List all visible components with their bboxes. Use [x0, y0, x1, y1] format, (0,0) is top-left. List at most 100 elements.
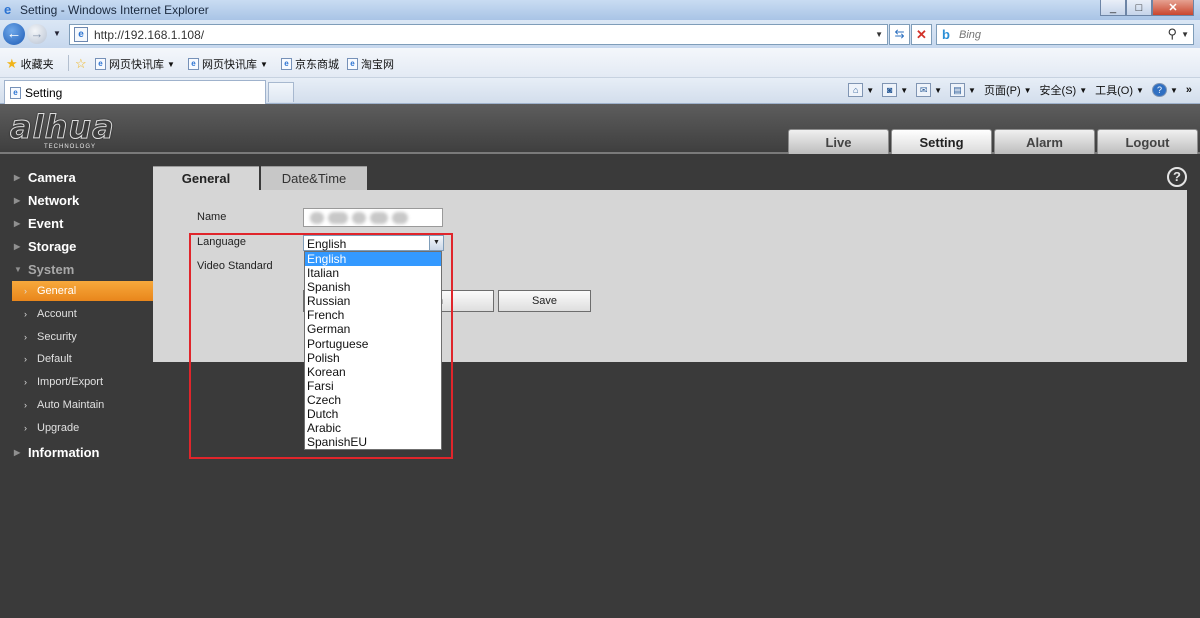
address-field[interactable]: e http://192.168.1.108/ ▼ [69, 24, 888, 45]
sidebar-subitem-import-export[interactable]: › Import/Export [12, 372, 153, 392]
sidebar-item-label: Event [28, 215, 64, 231]
favorites-button[interactable]: ★ 收藏夹 [6, 56, 54, 72]
tools-menu[interactable]: 工具(O) ▼ [1095, 82, 1144, 98]
fav-item-webslice-1[interactable]: e 网页快讯库 ▼ [95, 56, 175, 72]
search-input[interactable] [959, 27, 1159, 42]
chevron-right-icon: › [24, 423, 27, 433]
sidebar-item-network[interactable]: ▶ Network [0, 190, 153, 210]
fav-item-taobao[interactable]: e 淘宝网 [347, 56, 394, 72]
sidebar-subitem-label: Upgrade [37, 422, 80, 434]
language-option-arabic[interactable]: Arabic [305, 421, 441, 435]
redacted-text [352, 212, 366, 224]
sidebar-subitem-security[interactable]: › Security [12, 327, 153, 347]
language-option-italian[interactable]: Italian [305, 266, 441, 280]
language-option-korean[interactable]: Korean [305, 365, 441, 379]
language-option-german[interactable]: German [305, 322, 441, 336]
page-menu[interactable]: 页面(P) ▼ [984, 82, 1032, 98]
rss-icon: ◙ [882, 83, 898, 97]
ie-logo-icon: e [4, 2, 12, 17]
sidebar-subitem-default[interactable]: › Default [12, 349, 153, 369]
expand-arrow-icon: ▶ [14, 172, 21, 182]
fav-item-label: 淘宝网 [361, 59, 394, 71]
refresh-page-button[interactable]: ⇆ [889, 24, 910, 45]
language-option-spanish[interactable]: Spanish [305, 280, 441, 294]
language-option-czech[interactable]: Czech [305, 393, 441, 407]
search-dropdown-icon[interactable]: ▼ [1181, 30, 1189, 39]
mail-button[interactable]: ✉ ▼ [916, 83, 942, 97]
sidebar-subitem-label: Import/Export [37, 376, 104, 388]
main-nav-tabs: Live Setting Alarm Logout [788, 129, 1198, 154]
expand-arrow-icon: ▶ [14, 195, 21, 205]
webslice-icon: e [95, 58, 106, 70]
sidebar-subitem-label: Security [37, 331, 77, 343]
language-option-spanisheu[interactable]: SpanishEU [305, 435, 441, 449]
history-dropdown-icon[interactable]: ▼ [53, 29, 61, 38]
sidebar-item-camera[interactable]: ▶ Camera [0, 167, 153, 187]
home-icon: ⌂ [848, 83, 864, 97]
chevron-right-icon: › [24, 309, 27, 319]
language-option-english[interactable]: English [305, 252, 441, 267]
language-option-portuguese[interactable]: Portuguese [305, 337, 441, 351]
tab-logout[interactable]: Logout [1097, 129, 1198, 154]
sidebar-item-label: Camera [28, 169, 76, 185]
back-button[interactable]: ← [3, 23, 25, 45]
sidebar-item-system[interactable]: ▼ System [0, 259, 153, 279]
redacted-text [370, 212, 388, 224]
language-option-french[interactable]: French [305, 308, 441, 322]
tab-live[interactable]: Live [788, 129, 889, 154]
home-button[interactable]: ⌂ ▼ [848, 83, 874, 97]
address-toolbar: ← → ▼ e http://192.168.1.108/ ▼ ⇆ ✕ b ⚲ … [0, 20, 1200, 48]
fav-item-jd[interactable]: e 京东商城 [281, 56, 339, 72]
print-button[interactable]: ▤ ▼ [950, 83, 976, 97]
maximize-button[interactable]: □ [1126, 0, 1152, 16]
fav-item-webslice-2[interactable]: e 网页快讯库 ▼ [188, 56, 268, 72]
url-text[interactable]: http://192.168.1.108/ [94, 28, 204, 42]
save-button[interactable]: Save [498, 290, 591, 312]
close-window-button[interactable]: ✕ [1152, 0, 1194, 16]
feeds-button[interactable]: ◙ ▼ [882, 83, 908, 97]
favorites-label: 收藏夹 [20, 59, 54, 71]
search-icon[interactable]: ⚲ [1167, 26, 1177, 42]
more-button[interactable]: » [1186, 84, 1192, 96]
sidebar-item-event[interactable]: ▶ Event [0, 213, 153, 233]
redacted-text [310, 212, 324, 224]
sidebar-subitem-general[interactable]: › General [12, 281, 153, 301]
minimize-button[interactable]: _ [1100, 0, 1126, 16]
tab-date-time[interactable]: Date&Time [261, 166, 367, 190]
sidebar-item-storage[interactable]: ▶ Storage [0, 236, 153, 256]
address-dropdown-icon[interactable]: ▼ [875, 30, 883, 39]
new-tab-button[interactable] [268, 82, 294, 102]
fav-item-label: 网页快讯库 [202, 59, 257, 71]
search-box[interactable]: b ⚲ ▼ [936, 24, 1194, 45]
chevron-down-icon: ▼ [1079, 85, 1088, 95]
sidebar-item-label: System [28, 261, 75, 277]
language-option-farsi[interactable]: Farsi [305, 379, 441, 393]
sidebar-subitem-upgrade[interactable]: › Upgrade [12, 418, 153, 438]
tab-alarm[interactable]: Alarm [994, 129, 1095, 154]
fav-item-label: 京东商城 [295, 59, 339, 71]
sidebar-subitem-account[interactable]: › Account [12, 304, 153, 324]
tab-page-icon: e [10, 86, 21, 99]
tab-general[interactable]: General [153, 166, 259, 190]
stop-button[interactable]: ✕ [911, 24, 932, 45]
help-menu[interactable]: ? ▼ [1151, 83, 1178, 97]
sidebar-subitem-auto-maintain[interactable]: › Auto Maintain [12, 395, 153, 415]
brand-logo: alhua TECHNOLOGY [10, 111, 115, 151]
chevron-down-icon[interactable]: ▼ [429, 236, 443, 250]
language-option-russian[interactable]: Russian [305, 294, 441, 308]
fav-item-label: 网页快讯库 [109, 59, 164, 71]
safety-menu[interactable]: 安全(S) ▼ [1040, 82, 1088, 98]
chevron-right-icon: › [24, 286, 27, 296]
device-name-field[interactable] [303, 208, 443, 227]
browser-tab-setting[interactable]: e Setting [4, 80, 266, 104]
sidebar-subitem-label: Account [37, 308, 77, 320]
language-option-polish[interactable]: Polish [305, 351, 441, 365]
favorites-separator [68, 55, 69, 71]
language-select[interactable]: English ▼ [303, 235, 444, 251]
sidebar-item-information[interactable]: ▶ Information [0, 442, 153, 462]
forward-button[interactable]: → [27, 24, 47, 44]
add-favorite-button[interactable]: ☆ [75, 56, 87, 72]
language-option-dutch[interactable]: Dutch [305, 407, 441, 421]
help-icon[interactable]: ? [1167, 167, 1187, 187]
tab-setting[interactable]: Setting [891, 129, 992, 154]
